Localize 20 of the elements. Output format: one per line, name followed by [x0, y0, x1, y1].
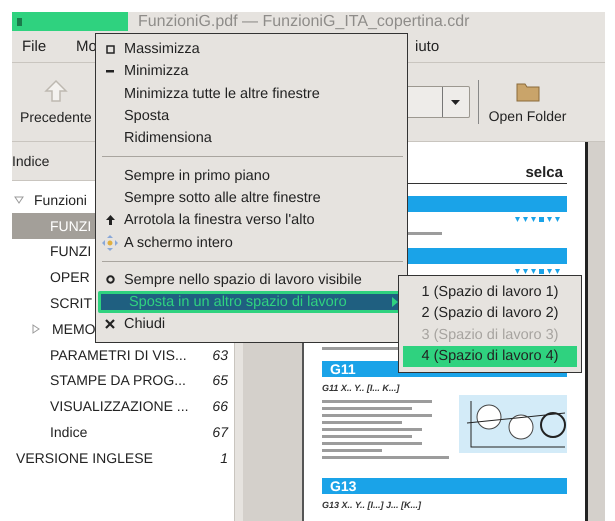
- sidebar-title: Indice: [12, 153, 50, 169]
- brand-name: selca: [525, 164, 563, 181]
- tree-item-label: PARAMETRI DI VIS...: [50, 346, 187, 363]
- page-number: 67: [212, 424, 228, 440]
- page-number: 65: [212, 372, 228, 388]
- tree-item-label: Indice: [50, 424, 88, 440]
- page-number: 66: [212, 398, 228, 414]
- tree-item-label: VISUALIZZAZIONE ...: [50, 398, 188, 414]
- tree-item-label: FUNZI: [50, 218, 92, 234]
- tree-item-label: MEMO: [52, 320, 96, 337]
- page-number: 63: [212, 346, 228, 363]
- tree-item-label: VERSIONE INGLESE: [16, 450, 153, 466]
- syntax-line: G11 X.. Y.. [I... K...]: [322, 383, 400, 393]
- syntax-line: G13 X.. Y.. [I...] J... [K...]: [322, 500, 422, 510]
- tree-item-label: Funzioni: [34, 192, 87, 208]
- page-number: 1: [220, 450, 228, 466]
- section-code: G13: [330, 478, 356, 494]
- window-title: FunzioniG.pdf — FunzioniG_ITA_copertina.cdr: [138, 12, 470, 30]
- section-code: G11: [330, 361, 356, 377]
- tree-item-label: STAMPE DA PROG...: [50, 372, 186, 388]
